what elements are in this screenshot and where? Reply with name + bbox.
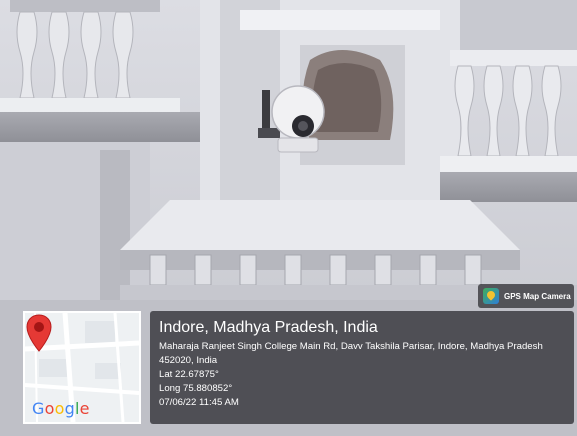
google-logo: Google [32,399,90,418]
location-address: Maharaja Ranjeet Singh College Main Rd, … [159,341,543,366]
longitude: Long 75.880852° [159,383,233,394]
latitude: Lat 22.67875° [159,369,219,380]
gps-map-camera-badge: GPS Map Camera [478,284,574,308]
gps-map-camera-app-icon [483,288,499,304]
map-pin-icon [26,314,52,352]
timestamp: 07/06/22 11:45 AM [159,397,239,408]
map-thumbnail: Google [23,311,141,424]
location-info-panel: Indore, Madhya Pradesh, India Maharaja R… [150,311,574,424]
badge-label: GPS Map Camera [504,291,571,301]
location-title: Indore, Madhya Pradesh, India [159,319,378,336]
